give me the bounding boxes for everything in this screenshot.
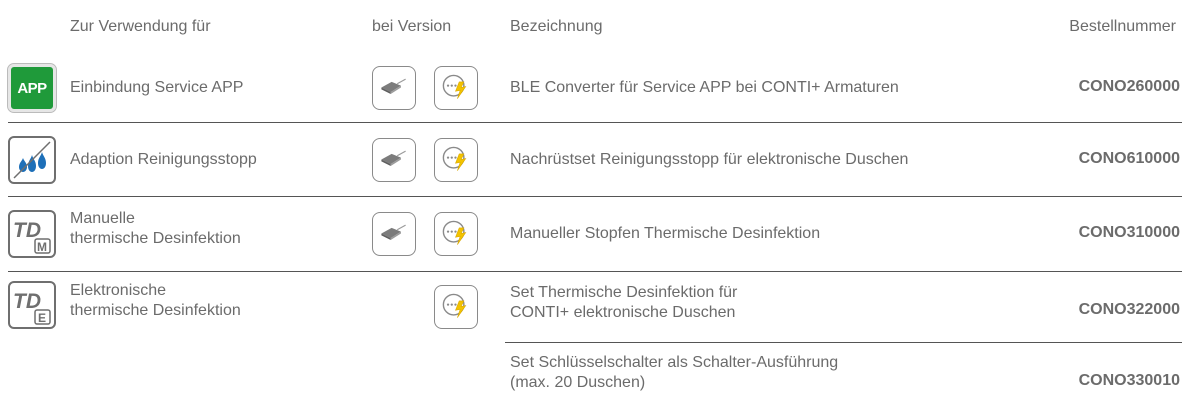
use-text: Einbindung Service APP [70,78,243,98]
table-row: TD M Manuelle thermische Desinfektion Ma… [0,198,1190,272]
description-line-1: BLE Converter für Service APP bei CONTI+… [510,79,899,96]
sensor-icon [372,212,416,256]
description: Set Schlüsselschalter als Schalter-Ausfü… [510,353,838,393]
order-number: CONO610000 [1078,150,1180,167]
order-number: CONO322000 [1078,301,1180,318]
svg-text:M: M [37,240,47,254]
table-row: TD E Elektronische thermische Desinfekti… [0,273,1190,343]
power-bolt-icon [434,285,478,329]
app-icon: APP [7,63,57,113]
header-order-number: Bestellnummer [1069,18,1176,35]
app-icon-label: APP [17,79,47,97]
order-number: CONO330010 [1078,372,1180,389]
use-text: Adaption Reinigungsstopp [70,150,257,170]
row-divider [8,122,1182,123]
description: Set Thermische Desinfektion für CONTI+ e… [510,283,737,323]
order-number: CONO310000 [1078,224,1180,241]
table-row: Set Schlüsselschalter als Schalter-Ausfü… [0,345,1190,407]
description: Nachrüstset Reinigungsstopp für elektron… [510,150,908,170]
use-line-1: Elektronische [70,282,167,299]
description-line-1: Set Schlüsselschalter als Schalter-Ausfü… [510,354,839,371]
description-line-2: CONTI+ elektronische Duschen [510,304,736,321]
use-line-2: thermische Desinfektion [70,302,241,319]
sensor-icon [372,138,416,182]
use-line-1: Adaption Reinigungsstopp [70,151,257,168]
power-bolt-icon [434,138,478,182]
description-line-1: Nachrüstset Reinigungsstopp für elektron… [510,151,909,168]
svg-text:E: E [38,311,46,325]
description-line-2: (max. 20 Duschen) [510,374,646,391]
sensor-icon [372,66,416,110]
row-divider [8,196,1182,197]
use-line-1: Einbindung Service APP [70,79,244,96]
description-line-1: Set Thermische Desinfektion für [510,284,738,301]
description-line-1: Manueller Stopfen Thermische Desinfektio… [510,225,821,242]
header-version: bei Version [372,18,452,35]
header-description: Bezeichnung [510,18,603,35]
table-row: APP Einbindung Service APP BLE Converter… [0,52,1190,123]
use-line-1: Manuelle [70,210,135,227]
power-bolt-icon [434,212,478,256]
use-line-2: thermische Desinfektion [70,230,241,247]
table-row: Adaption Reinigungsstopp Nachrüstset Rei… [0,124,1190,197]
water-drops-icon [8,136,56,184]
use-text: Manuelle thermische Desinfektion [70,209,241,249]
use-text: Elektronische thermische Desinfektion [70,281,241,321]
row-divider [505,342,1182,343]
description: BLE Converter für Service APP bei CONTI+… [510,78,899,98]
description: Manueller Stopfen Thermische Desinfektio… [510,224,820,244]
power-bolt-icon [434,66,478,110]
td-manual-icon: TD M [8,210,56,258]
row-divider [8,271,1182,272]
header-use: Zur Verwendung für [70,18,211,35]
order-number: CONO260000 [1078,78,1180,95]
td-electronic-icon: TD E [8,281,56,329]
